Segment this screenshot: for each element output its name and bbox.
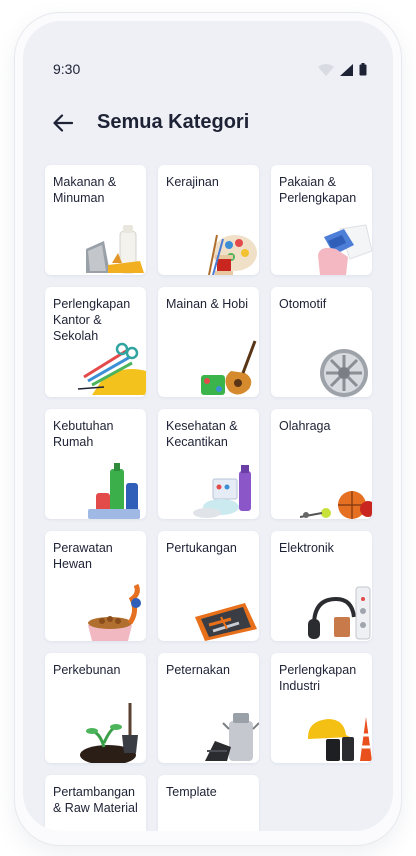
- pet-food-icon: [74, 581, 146, 641]
- category-label: Kebutuhan Rumah: [53, 419, 114, 449]
- health-beauty-icon: [187, 459, 259, 519]
- guitar-toys-icon: [187, 337, 259, 397]
- category-card-pertukangan[interactable]: Pertukangan: [158, 531, 259, 641]
- page-title: Semua Kategori: [97, 111, 250, 133]
- category-card-perkebunan[interactable]: Perkebunan: [45, 653, 146, 763]
- category-label: Peternakan: [166, 663, 230, 677]
- category-card-makanan-minuman[interactable]: Makanan & Minuman: [45, 165, 146, 275]
- category-label: Perkebunan: [53, 663, 121, 677]
- category-label: Pertambangan & Raw Material: [53, 785, 138, 815]
- template-icon: [187, 825, 259, 831]
- category-label: Kerajinan: [166, 175, 219, 189]
- office-supplies-icon: [74, 337, 146, 397]
- category-label: Template: [166, 785, 217, 799]
- category-card-perawatan-hewan[interactable]: Perawatan Hewan: [45, 531, 146, 641]
- household-cleaning-icon: [74, 459, 146, 519]
- plant-shovel-icon: [74, 703, 146, 763]
- category-label: Kesehatan & Kecantikan: [166, 419, 238, 449]
- food-groceries-icon: [74, 215, 146, 275]
- cellular-signal-icon: [340, 63, 353, 81]
- back-button[interactable]: [45, 107, 81, 143]
- category-label: Pertukangan: [166, 541, 237, 555]
- status-icons: [318, 63, 367, 81]
- category-label: Mainan & Hobi: [166, 297, 248, 311]
- category-label: Makanan & Minuman: [53, 175, 117, 205]
- milk-can-icon: [187, 703, 259, 763]
- clothing-icon: [300, 215, 372, 275]
- category-card-mainan-hobi[interactable]: Mainan & Hobi: [158, 287, 259, 397]
- sports-balls-icon: [300, 459, 372, 519]
- car-wheel-icon: [300, 337, 372, 397]
- toolbox-icon: [187, 581, 259, 641]
- category-grid: Makanan & Minuman Kerajinan Pakaian & Pe…: [45, 165, 372, 831]
- mining-icon: [74, 825, 146, 831]
- category-card-pakaian-perlengkapan[interactable]: Pakaian & Perlengkapan: [271, 165, 372, 275]
- category-card-perlengkapan-kantor-sekolah[interactable]: Perlengkapan Kantor & Sekolah: [45, 287, 146, 397]
- category-card-kerajinan[interactable]: Kerajinan: [158, 165, 259, 275]
- safety-helmet-icon: [300, 703, 372, 763]
- category-card-perlengkapan-industri[interactable]: Perlengkapan Industri: [271, 653, 372, 763]
- category-label: Elektronik: [279, 541, 334, 555]
- category-card-kebutuhan-rumah[interactable]: Kebutuhan Rumah: [45, 409, 146, 519]
- category-card-elektronik[interactable]: Elektronik: [271, 531, 372, 641]
- phone-frame: 9:30 Semua Kategori Makanan & Minuman Ke…: [14, 12, 402, 846]
- status-time: 9:30: [53, 61, 81, 77]
- category-label: Perlengkapan Industri: [279, 663, 357, 693]
- category-card-kesehatan-kecantikan[interactable]: Kesehatan & Kecantikan: [158, 409, 259, 519]
- category-card-olahraga[interactable]: Olahraga: [271, 409, 372, 519]
- status-bar: 9:30: [23, 21, 393, 101]
- category-label: Pakaian & Perlengkapan: [279, 175, 357, 205]
- craft-supplies-icon: [187, 215, 259, 275]
- battery-icon: [359, 63, 367, 81]
- category-label: Otomotif: [279, 297, 327, 311]
- wifi-icon: [318, 63, 334, 81]
- category-label: Perawatan Hewan: [53, 541, 113, 571]
- arrow-left-icon: [53, 113, 74, 137]
- app-screen: 9:30 Semua Kategori Makanan & Minuman Ke…: [23, 21, 393, 831]
- category-card-otomotif[interactable]: Otomotif: [271, 287, 372, 397]
- category-card-pertambangan-raw-material[interactable]: Pertambangan & Raw Material: [45, 775, 146, 831]
- app-header: Semua Kategori: [23, 101, 393, 157]
- category-label: Olahraga: [279, 419, 331, 433]
- headphones-electronics-icon: [300, 581, 372, 641]
- category-card-peternakan[interactable]: Peternakan: [158, 653, 259, 763]
- category-card-template[interactable]: Template: [158, 775, 259, 831]
